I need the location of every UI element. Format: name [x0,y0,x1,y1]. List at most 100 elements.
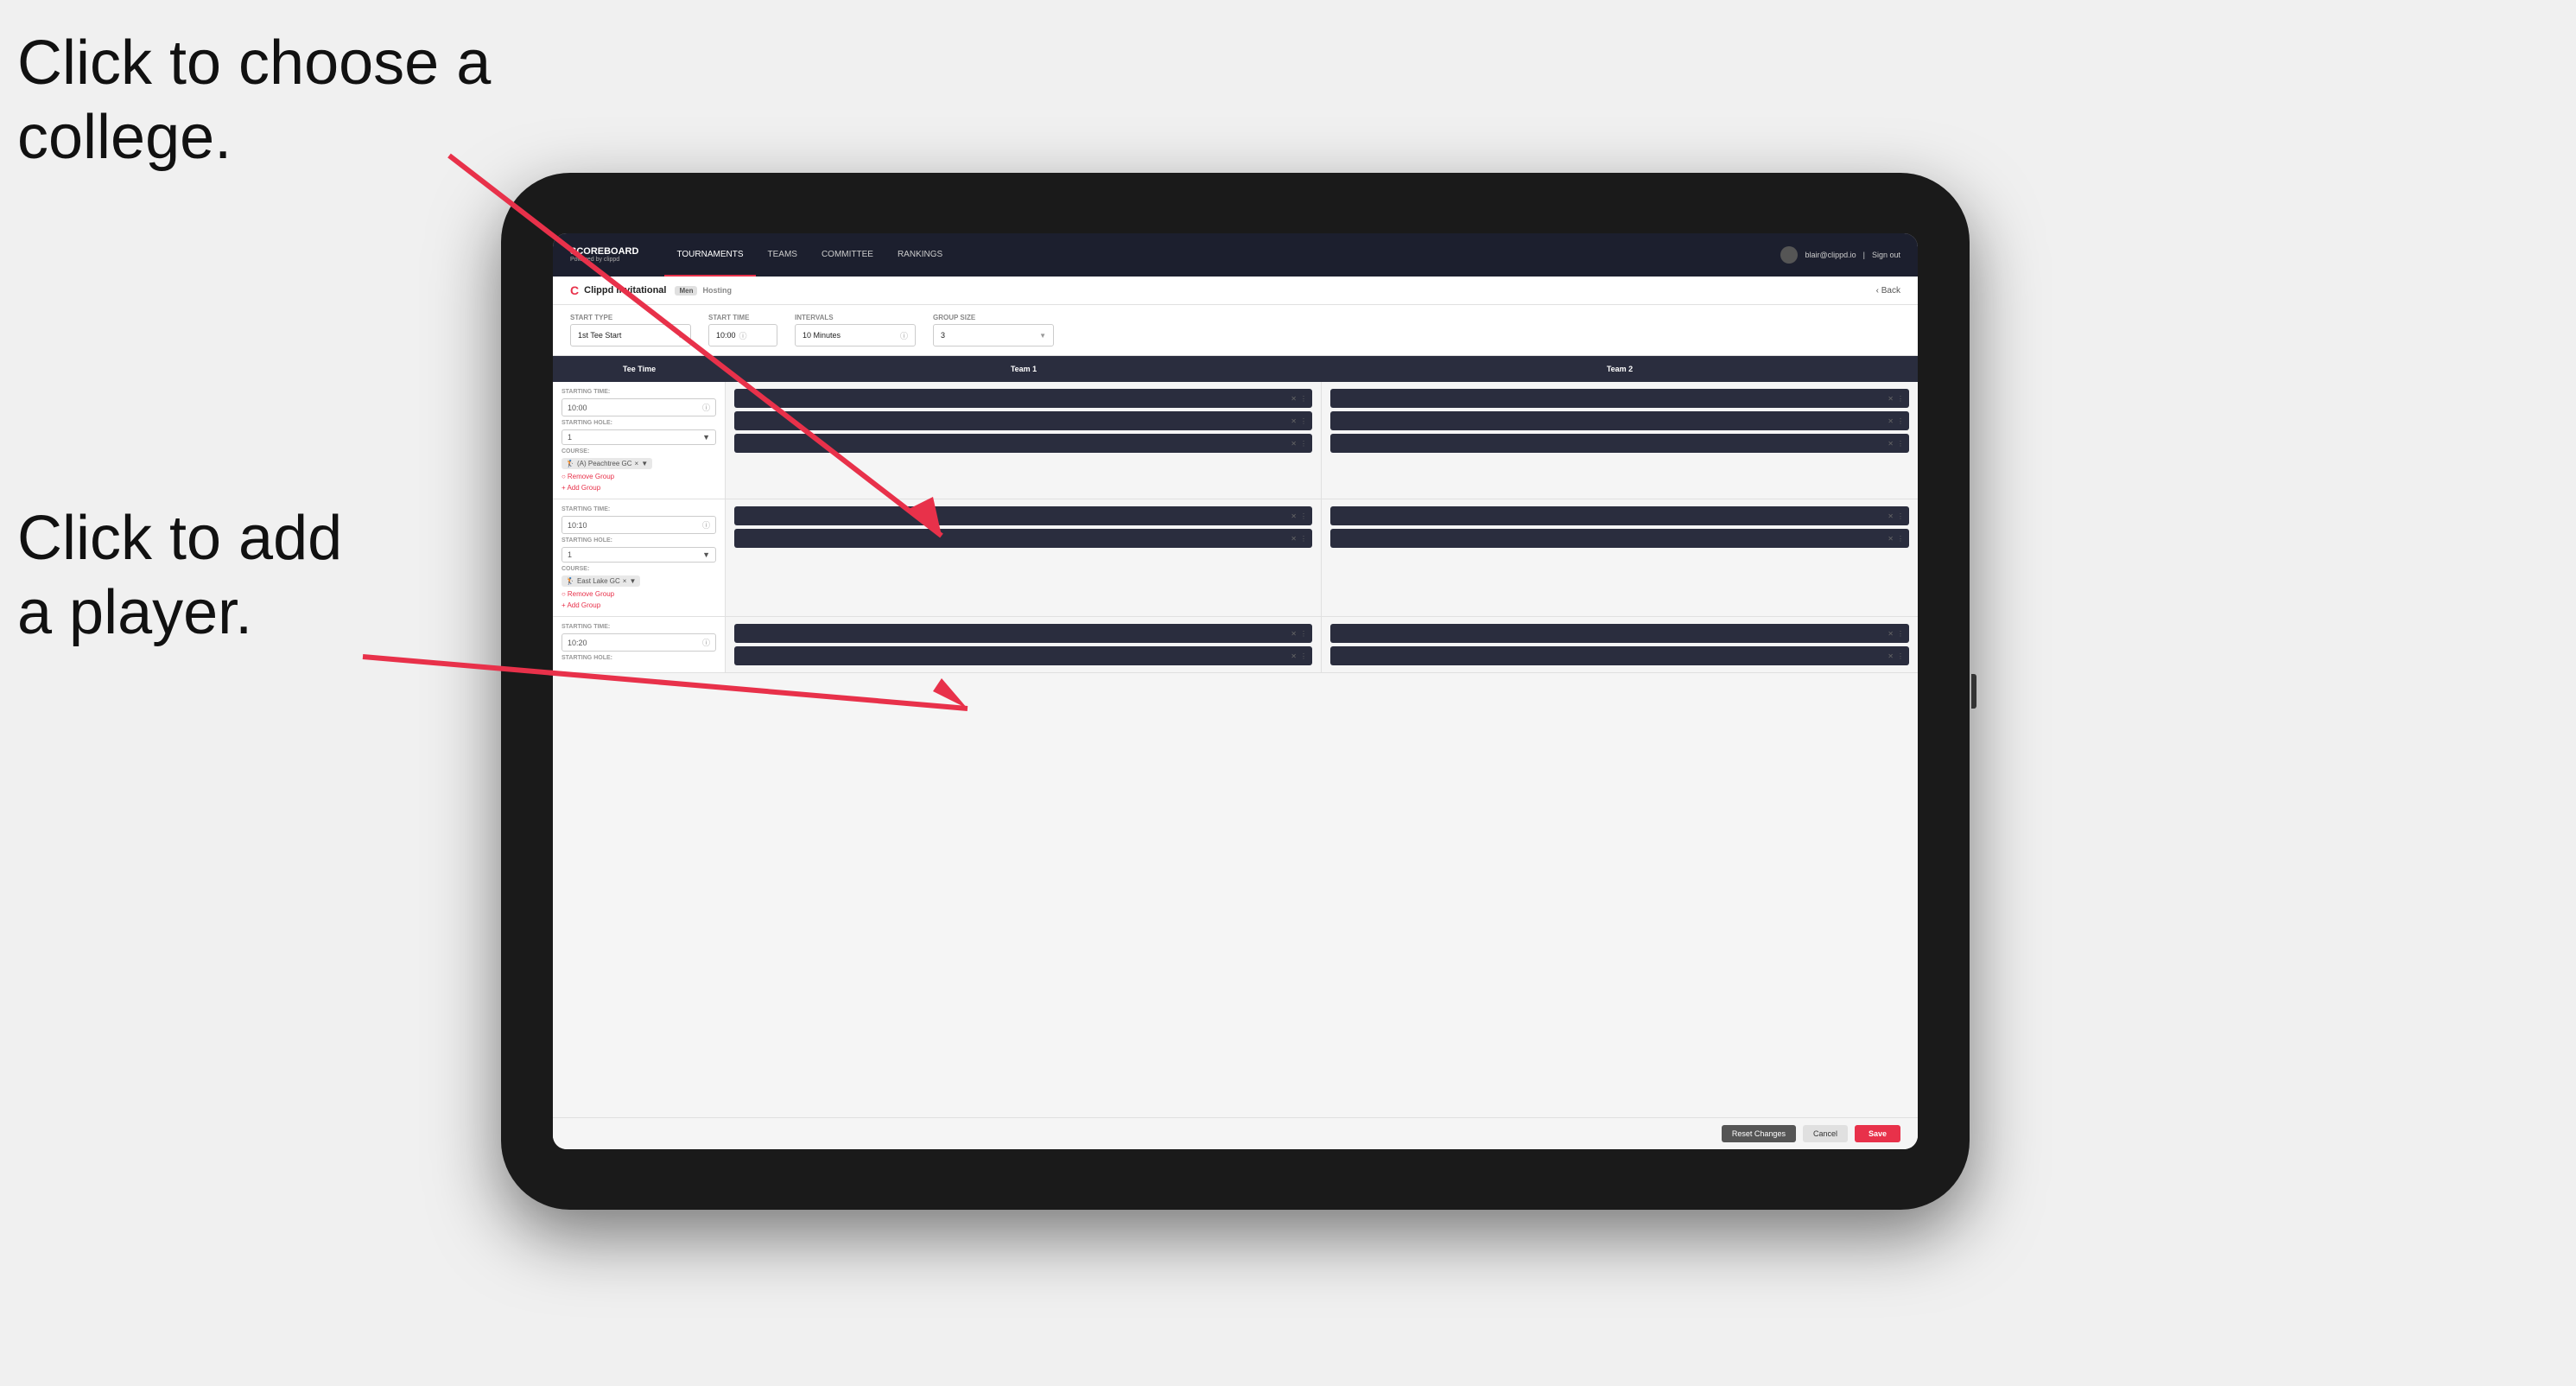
tournament-name: Clippd Invitational [584,285,666,296]
start-type-label: Start Type [570,314,691,321]
slot-expand-icon: ⋮ [1897,535,1904,543]
player-slot[interactable]: ✕ ⋮ [734,529,1312,548]
starting-time-label-1: STARTING TIME: [562,389,716,395]
gender-badge: Men [675,286,697,296]
starting-time-value-1[interactable]: 10:00 ⓘ [562,398,716,416]
add-group-1[interactable]: + Add Group [562,484,716,492]
slot-expand-icon: ⋮ [1300,535,1307,543]
slot-x-icon: ✕ [1291,652,1297,660]
time-info-icon-1: ⓘ [702,402,710,413]
player-slot[interactable]: ✕ ⋮ [734,434,1312,453]
sub-header: C Clippd Invitational Men Hosting ‹ Back [553,277,1918,305]
group-size-arrow-icon: ▼ [1039,332,1046,340]
start-type-select[interactable]: 1st Tee Start ▼ [570,324,691,346]
player-slot[interactable]: ✕ ⋮ [1330,529,1909,548]
slot-expand-icon: ⋮ [1897,630,1904,638]
starting-time-value-2[interactable]: 10:10 ⓘ [562,516,716,534]
remove-group-1[interactable]: ○ Remove Group [562,473,716,480]
slot-x-icon: ✕ [1888,652,1894,660]
player-slot[interactable]: ✕ ⋮ [1330,411,1909,430]
starting-hole-value-2[interactable]: 1 ▼ [562,547,716,563]
annotation-bottom-line1: Click to add [17,504,342,573]
remove-group-2[interactable]: ○ Remove Group [562,590,716,598]
start-type-group: Start Type 1st Tee Start ▼ [570,314,691,346]
tee-time-col-2: STARTING TIME: 10:10 ⓘ STARTING HOLE: 1 … [553,499,726,616]
starting-hole-label-3: STARTING HOLE: [562,655,716,661]
team1-col-3: ✕ ⋮ ✕ ⋮ [726,617,1322,672]
course-label-1: COURSE: [562,448,716,455]
circle-icon: ○ [562,590,566,598]
starting-hole-label-2: STARTING HOLE: [562,537,716,544]
intervals-label: Intervals [795,314,916,321]
cancel-button[interactable]: Cancel [1803,1125,1848,1142]
group-size-select[interactable]: 3 ▼ [933,324,1054,346]
annotation-top-line2: college. [17,103,232,172]
starting-time-value-3[interactable]: 10:20 ⓘ [562,633,716,652]
back-label: Back [1881,286,1900,296]
intervals-info-icon: ⓘ [900,330,908,341]
team2-col-2: ✕ ⋮ ✕ ⋮ [1322,499,1918,616]
player-slot[interactable]: ✕ ⋮ [1330,624,1909,643]
tablet-screen: SCOREBOARD Powered by clippd TOURNAMENTS… [553,233,1918,1149]
slot-x-icon: ✕ [1291,512,1297,520]
nav-bar: SCOREBOARD Powered by clippd TOURNAMENTS… [553,233,1918,277]
slot-x-icon: ✕ [1291,440,1297,448]
intervals-group: Intervals 10 Minutes ⓘ [795,314,916,346]
player-slot[interactable]: ✕ ⋮ [734,646,1312,665]
nav-powered-by: Powered by clippd [570,257,638,264]
start-time-input[interactable]: 10:00 ⓘ [708,324,777,346]
starting-time-label-2: STARTING TIME: [562,506,716,512]
starting-hole-value-1[interactable]: 1 ▼ [562,429,716,445]
back-button[interactable]: ‹ Back [1876,286,1900,296]
group-size-group: Group Size 3 ▼ [933,314,1054,346]
reset-changes-button[interactable]: Reset Changes [1722,1125,1796,1142]
player-slot[interactable]: ✕ ⋮ [1330,434,1909,453]
player-slot[interactable]: ✕ ⋮ [1330,389,1909,408]
intervals-value: 10 Minutes [803,331,841,340]
slot-expand-icon: ⋮ [1897,395,1904,403]
player-slot[interactable]: ✕ ⋮ [734,389,1312,408]
annotation-bottom-line2: a player. [17,578,252,647]
add-group-2[interactable]: + Add Group [562,601,716,609]
team1-col-2: ✕ ⋮ ✕ ⋮ [726,499,1322,616]
slot-expand-icon: ⋮ [1897,440,1904,448]
tab-tournaments[interactable]: TOURNAMENTS [664,233,755,277]
annotation-top-line1: Click to choose a [17,29,491,98]
player-slot[interactable]: ✕ ⋮ [734,624,1312,643]
hole-arrow-icon-2: ▼ [702,550,710,559]
tab-teams[interactable]: TEAMS [756,233,809,277]
slot-expand-icon: ⋮ [1300,440,1307,448]
start-time-group: Start Time 10:00 ⓘ [708,314,777,346]
slot-expand-icon: ⋮ [1300,417,1307,425]
slot-expand-icon: ⋮ [1300,652,1307,660]
tab-committee[interactable]: COMMITTEE [809,233,885,277]
hole-arrow-icon-1: ▼ [702,433,710,442]
time-info-icon-3: ⓘ [702,637,710,648]
save-button[interactable]: Save [1855,1125,1900,1142]
player-slot[interactable]: ✕ ⋮ [734,506,1312,525]
hosting-badge: Hosting [702,286,732,295]
team2-col-1: ✕ ⋮ ✕ ⋮ ✕ ⋮ [1322,382,1918,499]
table-header: Tee Time Team 1 Team 2 [553,356,1918,382]
intervals-select[interactable]: 10 Minutes ⓘ [795,324,916,346]
tournament-title: C Clippd Invitational Men Hosting [570,283,732,297]
tab-rankings[interactable]: RANKINGS [885,233,955,277]
slot-x-icon: ✕ [1888,417,1894,425]
main-content: Start Type 1st Tee Start ▼ Start Time 10… [553,305,1918,1149]
slot-x-icon: ✕ [1888,630,1894,638]
slot-expand-icon: ⋮ [1897,417,1904,425]
select-arrow-icon: ▼ [676,332,683,340]
player-slot[interactable]: ✕ ⋮ [734,411,1312,430]
user-avatar [1780,246,1798,264]
tee-time-header: Tee Time [553,363,726,375]
player-slot[interactable]: ✕ ⋮ [1330,646,1909,665]
table-row: STARTING TIME: 10:00 ⓘ STARTING HOLE: 1 … [553,382,1918,499]
team2-col-3: ✕ ⋮ ✕ ⋮ [1322,617,1918,672]
player-slot[interactable]: ✕ ⋮ [1330,506,1909,525]
slot-expand-icon: ⋮ [1300,395,1307,403]
slot-expand-icon: ⋮ [1897,512,1904,520]
course-tag-1[interactable]: 🏌 (A) Peachtree GC × ▼ [562,458,652,469]
sign-out-link[interactable]: Sign out [1872,251,1900,259]
course-tag-2[interactable]: 🏌 East Lake GC × ▼ [562,575,640,587]
slot-x-icon: ✕ [1888,535,1894,543]
